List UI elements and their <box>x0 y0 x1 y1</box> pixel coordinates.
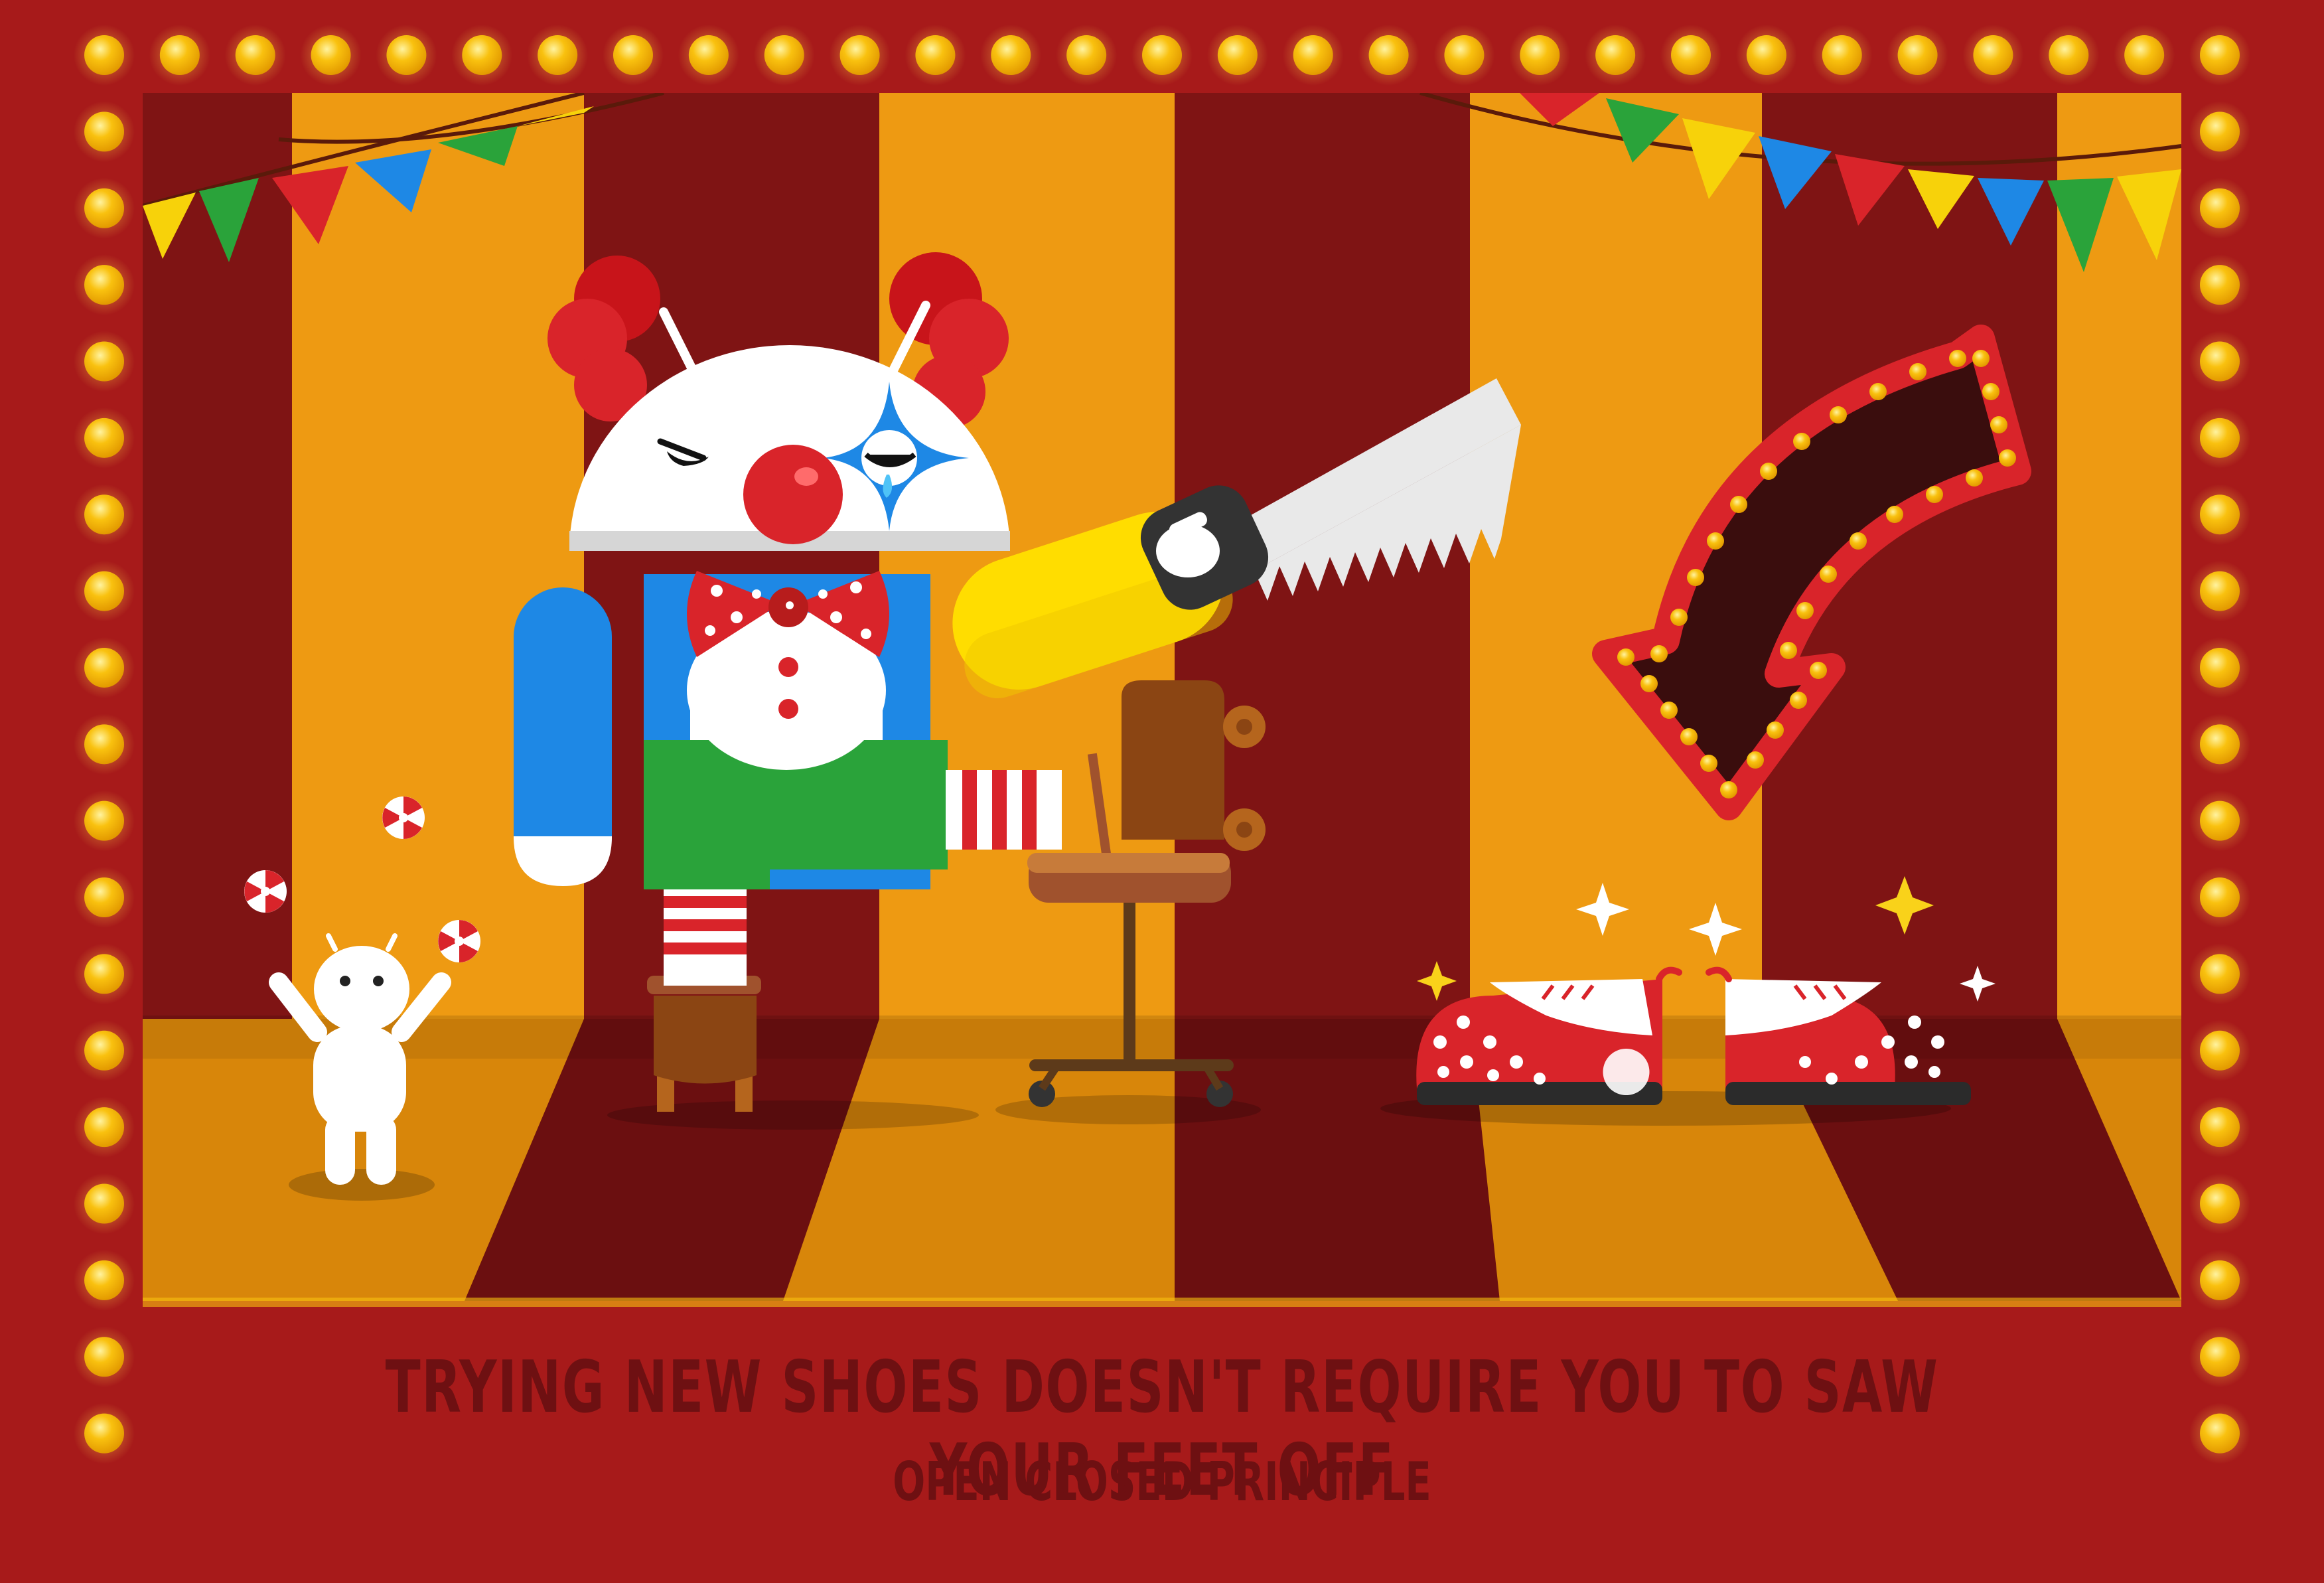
marquee-bulb <box>84 1260 124 1300</box>
marquee-bulb <box>613 35 653 75</box>
marquee-bulb <box>84 341 124 382</box>
marquee-bulb <box>84 877 124 918</box>
marquee-bulb <box>1368 35 1409 75</box>
marquee-bulb <box>84 1030 124 1071</box>
marquee-bulb <box>159 35 200 75</box>
marquee-bulb <box>84 647 124 688</box>
marquee-bulb <box>2200 1260 2240 1300</box>
marquee-bulb <box>235 35 275 75</box>
marquee-bulb <box>84 417 124 458</box>
marquee-bulb <box>2200 1337 2240 1377</box>
marquee-bulb <box>386 35 427 75</box>
marquee-bulb <box>2200 724 2240 765</box>
marquee-bulb <box>764 35 804 75</box>
marquee-bulb <box>2200 188 2240 228</box>
marquee-bulb <box>84 494 124 535</box>
marquee-bulb <box>84 1107 124 1148</box>
marquee-bulb <box>2200 877 2240 918</box>
marquee-bulb <box>84 800 124 841</box>
marquee-bulb <box>2049 35 2089 75</box>
marquee-bulb <box>2200 1183 2240 1224</box>
marquee-bulb <box>2200 494 2240 535</box>
marquee-bulb <box>84 724 124 765</box>
marquee-bulb <box>2200 1413 2240 1454</box>
marquee-bulb <box>2200 954 2240 994</box>
marquee-bulb <box>1671 35 1711 75</box>
marquee-bulb <box>538 35 578 75</box>
marquee-bulb <box>1444 35 1485 75</box>
marquee-bulb <box>2200 35 2240 75</box>
marquee-bulb <box>2200 647 2240 688</box>
marquee-bulb <box>1897 35 1938 75</box>
marquee-bulb <box>2200 417 2240 458</box>
marquee-bulb <box>84 35 124 75</box>
marquee-bulb <box>1595 35 1636 75</box>
caption-subtitle: OPEN CLOSED PRINCIPLE <box>893 1451 1431 1513</box>
marquee-bulb <box>84 265 124 305</box>
marquee-bulb <box>311 35 351 75</box>
marquee-bulb <box>84 1183 124 1224</box>
marquee-bulb <box>2200 341 2240 382</box>
marquee-bulb <box>2200 112 2240 152</box>
marquee-bulb <box>1746 35 1786 75</box>
marquee-bulb <box>1293 35 1333 75</box>
poster: TRYING NEW SHOES DOESN'T REQUIRE YOU TO … <box>0 0 2324 1583</box>
marquee-bulb <box>84 1413 124 1454</box>
marquee-bulb <box>2200 265 2240 305</box>
marquee-bulb <box>688 35 729 75</box>
marquee-bulb <box>2200 800 2240 841</box>
marquee-bulb <box>1217 35 1258 75</box>
marquee-bulb <box>915 35 956 75</box>
marquee-bulb <box>839 35 880 75</box>
marquee-bulb <box>84 112 124 152</box>
marquee-bulb <box>1822 35 1862 75</box>
marquee-bulb <box>2200 1107 2240 1148</box>
marquee-bulb <box>84 188 124 228</box>
marquee-bulb <box>462 35 502 75</box>
marquee-bulb <box>1520 35 1560 75</box>
marquee-bulb <box>84 571 124 611</box>
stage <box>143 93 2181 1301</box>
marquee-bulb <box>1066 35 1107 75</box>
marquee-bulb <box>2200 571 2240 611</box>
marquee-bulb <box>2200 1030 2240 1071</box>
marquee-bulb <box>1142 35 1182 75</box>
marquee-bulb <box>84 954 124 994</box>
marquee-bulb <box>991 35 1031 75</box>
marquee-bulb <box>84 1337 124 1377</box>
marquee-bulb <box>2124 35 2165 75</box>
marquee-bulb <box>1973 35 2013 75</box>
